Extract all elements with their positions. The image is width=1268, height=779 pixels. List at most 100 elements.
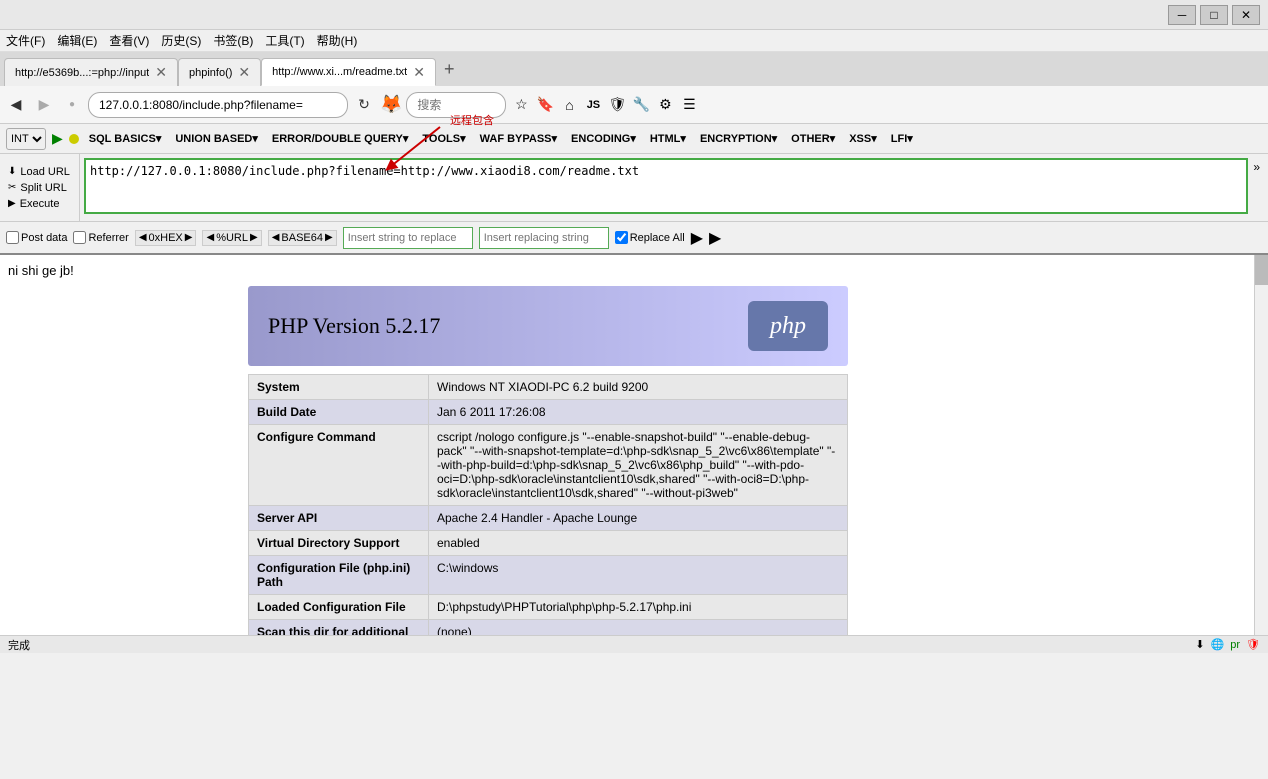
status-text: 完成 [8,637,30,653]
replace-arrow2: ▶ [709,228,721,248]
address-input[interactable] [88,92,348,118]
addon1-icon[interactable]: 🛡 [606,94,628,116]
tab-2[interactable]: http://www.xi...m/readme.txt ✕ [261,58,436,86]
load-url-label: Load URL [20,166,70,178]
menu-history[interactable]: 历史(S) [161,32,201,49]
base64-label: BASE64 [281,232,323,244]
hackbar-menu-union[interactable]: UNION BASED▾ [171,130,262,147]
page-content: ni shi ge jb! PHP Version 5.2.17 php Sys… [0,255,1254,635]
tab-0-close[interactable]: ✕ [155,64,167,81]
replace-all-group: Replace All [615,231,685,244]
tab-0[interactable]: http://e5369b...:=php://input ✕ [4,58,178,86]
hackbar-url-wrap: http://127.0.0.1:8080/include.php?filena… [80,154,1268,221]
hackbar-menu-encoding[interactable]: ENCODING▾ [567,130,640,147]
table-row: Build Date Jan 6 2011 17:26:08 [249,400,848,425]
hackbar-menu-other[interactable]: OTHER▾ [787,130,839,147]
base64-left-arrow: ◀ [272,232,280,243]
table-value: cscript /nologo configure.js "--enable-s… [429,425,848,506]
load-url-button[interactable]: ⬇ Load URL [6,165,73,179]
table-row: Scan this dir for additional .ini files … [249,620,848,636]
back-button[interactable]: ◀ [4,93,28,117]
tab-0-label: http://e5369b...:=php://input [15,67,149,79]
insert-string-input[interactable] [343,227,473,249]
table-row: Configure Command cscript /nologo config… [249,425,848,506]
menu-help[interactable]: 帮助(H) [317,32,358,49]
tab-2-label: http://www.xi...m/readme.txt [272,66,407,78]
tab-1-close[interactable]: ✕ [238,64,250,81]
hackbar-menu-html[interactable]: HTML▾ [646,130,690,147]
new-tab-button[interactable]: + [436,59,463,80]
menu-file[interactable]: 文件(F) [6,32,45,49]
post-data-label: Post data [21,232,67,244]
table-key: System [249,375,429,400]
forward-button[interactable]: ▶ [32,93,56,117]
home-icon[interactable]: ⌂ [558,94,580,116]
execute-button[interactable]: ▶ Execute [6,197,73,211]
network-icon: 🌐 [1211,638,1225,651]
url-left-arrow: ◀ [206,232,214,243]
bookmark-icon[interactable]: 🔖 [534,94,556,116]
table-key: Virtual Directory Support [249,531,429,556]
0xhex-label: 0xHEX [149,232,183,244]
base64-button[interactable]: ◀ BASE64 ▶ [268,230,337,246]
0xhex-button[interactable]: ◀ 0xHEX ▶ [135,230,197,246]
search-input[interactable] [406,92,506,118]
tab-1[interactable]: phpinfo() ✕ [178,58,261,86]
phpinfo-container: PHP Version 5.2.17 php System Windows NT… [248,286,1246,635]
menu-bar: 文件(F) 编辑(E) 查看(V) 历史(S) 书签(B) 工具(T) 帮助(H… [0,30,1268,52]
post-data-checkbox[interactable] [6,231,19,244]
menu-icon[interactable]: ☰ [678,94,700,116]
split-url-button[interactable]: ✂ Split URL [6,181,73,195]
insert-replacing-input[interactable] [479,227,609,249]
0xhex-right-arrow: ▶ [185,232,193,243]
js-icon[interactable]: JS [582,94,604,116]
hackbar-type-select[interactable]: INT [6,128,46,150]
urlenc-button[interactable]: ◀ %URL ▶ [202,230,261,246]
download-icon[interactable]: ⬇ [1195,638,1204,651]
maximize-button[interactable]: □ [1200,5,1228,25]
security-icon: 🛡 [1246,638,1260,651]
hackbar-url-textarea[interactable]: http://127.0.0.1:8080/include.php?filena… [84,158,1248,214]
vertical-scrollbar[interactable] [1254,255,1268,635]
php-version: PHP Version 5.2.17 [268,313,440,339]
addon2-icon[interactable]: 🔧 [630,94,652,116]
load-url-icon: ⬇ [8,166,16,177]
replace-arrow1: ▶ [691,228,703,248]
window-controls[interactable]: ─ □ ✕ [1168,5,1260,25]
table-value: Apache 2.4 Handler - Apache Lounge [429,506,848,531]
minimize-button[interactable]: ─ [1168,5,1196,25]
hackbar-menu-lfi[interactable]: LFI▾ [887,130,917,147]
table-row: Loaded Configuration File D:\phpstudy\PH… [249,595,848,620]
address-bar: ◀ ▶ ● ↻ 🦊 ☆ 🔖 ⌂ JS 🛡 🔧 ⚙ ☰ [0,86,1268,124]
replace-all-checkbox[interactable] [615,231,628,244]
urlenc-label: %URL [216,232,248,244]
status-bar: 完成 ⬇ 🌐 pr 🛡 [0,635,1268,653]
reload-button[interactable]: ↻ [352,93,376,117]
hackbar-middle-row: ⬇ Load URL ✂ Split URL ▶ Execute http://… [0,154,1268,221]
menu-tools[interactable]: 工具(T) [265,32,304,49]
table-value: D:\phpstudy\PHPTutorial\php\php-5.2.17\p… [429,595,848,620]
referrer-checkbox[interactable] [73,231,86,244]
menu-edit[interactable]: 编辑(E) [57,32,97,49]
hackbar-menu-encryption[interactable]: ENCRYPTION▾ [696,130,781,147]
hackbar-menu-waf[interactable]: WAF BYPASS▾ [476,130,561,147]
firefox-icon: 🦊 [380,94,402,115]
star-icon[interactable]: ☆ [510,94,532,116]
hackbar-menu-sql[interactable]: SQL BASICS▾ [85,130,166,147]
addon3-icon[interactable]: ⚙ [654,94,676,116]
hackbar-go-icon[interactable]: ▶ [52,130,63,147]
menu-bookmarks[interactable]: 书签(B) [213,32,253,49]
hackbar-menu-tools[interactable]: TOOLS▾ [418,130,469,147]
tab-2-close[interactable]: ✕ [413,64,425,81]
status-bar-right: ⬇ 🌐 pr 🛡 [1195,638,1260,651]
execute-label: Execute [20,198,60,210]
menu-view[interactable]: 查看(V) [109,32,149,49]
post-data-group: Post data [6,231,67,244]
hackbar-bottom-row: Post data Referrer ◀ 0xHEX ▶ ◀ %URL ▶ ◀ … [0,221,1268,253]
split-url-label: Split URL [20,182,66,194]
hackbar-menu-xss[interactable]: XSS▾ [845,130,881,147]
close-button[interactable]: ✕ [1232,5,1260,25]
hackbar-scroll-right[interactable]: » [1253,160,1260,174]
hackbar-menu-error[interactable]: ERROR/DOUBLE QUERY▾ [268,130,413,147]
scrollbar-thumb[interactable] [1255,255,1268,285]
